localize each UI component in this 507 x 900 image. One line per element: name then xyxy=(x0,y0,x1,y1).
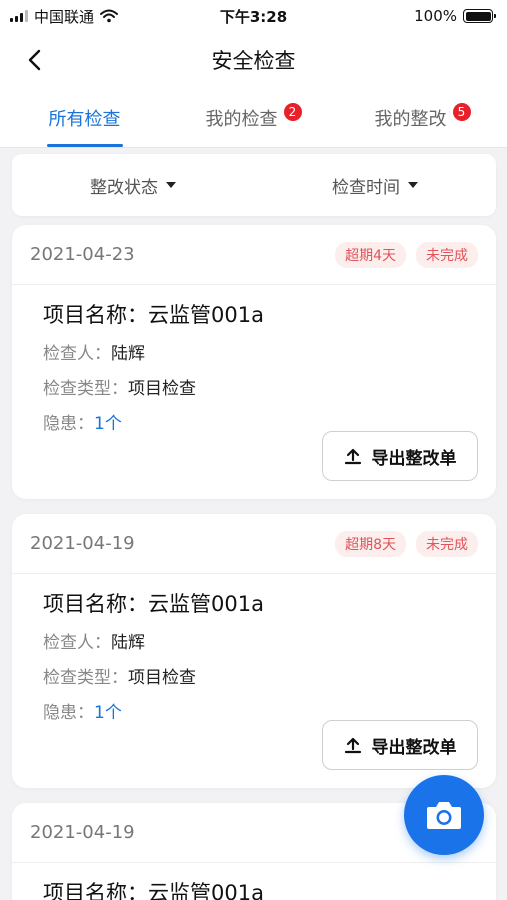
inspector-row: 检查人：陆辉 xyxy=(43,339,465,364)
rectification-status-filter[interactable]: 整改状态 xyxy=(12,154,254,216)
project-value: 云监管001a xyxy=(148,592,264,616)
carrier-name: 中国联通 xyxy=(34,7,95,26)
project-value: 云监管001a xyxy=(148,303,264,327)
inspector-value: 陆辉 xyxy=(111,344,145,364)
status-tag: 未完成 xyxy=(416,530,478,557)
project-label: 项目名称： xyxy=(43,592,148,616)
export-rectification-button[interactable]: 导出整改单 xyxy=(322,431,478,481)
type-label: 检查类型： xyxy=(43,379,128,399)
type-label: 检查类型： xyxy=(43,668,128,688)
inspector-value: 陆辉 xyxy=(111,633,145,653)
project-name: 项目名称：云监管001a xyxy=(43,877,465,900)
card-body: 项目名称：云监管001a 检查人：陆辉 检查类型：项目检查 隐患：1个 xyxy=(12,285,496,434)
filter-label: 整改状态 xyxy=(90,177,158,198)
camera-icon xyxy=(427,802,461,829)
signal-icon xyxy=(10,10,28,22)
inspection-time-filter[interactable]: 检查时间 xyxy=(254,154,496,216)
caret-down-icon xyxy=(408,182,418,188)
battery-percent: 100% xyxy=(414,7,457,25)
type-value: 项目检查 xyxy=(128,379,196,399)
inspection-date: 2021-04-19 xyxy=(30,822,135,843)
tab-label: 我的检查 xyxy=(205,108,278,130)
battery-icon xyxy=(463,9,496,23)
back-button[interactable] xyxy=(18,44,50,76)
chevron-left-icon xyxy=(28,49,41,71)
status-tags: 超期4天 未完成 xyxy=(335,241,478,268)
status-bar: 中国联通 下午3:28 100% xyxy=(0,0,507,32)
status-right: 100% xyxy=(414,7,496,25)
card-body: 项目名称：云监管001a 检查人：陆辉 检查类型：项目检查 隐患：1个 xyxy=(12,574,496,723)
tab-label: 所有检查 xyxy=(48,108,121,130)
tab-all-inspections[interactable]: 所有检查 xyxy=(0,88,169,147)
type-row: 检查类型：项目检查 xyxy=(43,374,465,399)
tab-my-rectifications[interactable]: 我的整改 5 xyxy=(338,88,507,147)
inspection-date: 2021-04-23 xyxy=(30,244,135,265)
filter-label: 检查时间 xyxy=(332,177,400,198)
inspector-row: 检查人：陆辉 xyxy=(43,628,465,653)
inspector-label: 检查人： xyxy=(43,344,111,364)
hazard-label: 隐患： xyxy=(43,703,94,723)
filter-bar: 整改状态 检查时间 xyxy=(12,154,496,216)
project-label: 项目名称： xyxy=(43,881,148,900)
camera-fab-button[interactable] xyxy=(404,775,484,855)
active-tab-indicator xyxy=(46,144,123,147)
export-rectification-button[interactable]: 导出整改单 xyxy=(322,720,478,770)
overdue-tag: 超期4天 xyxy=(335,241,406,268)
type-row: 检查类型：项目检查 xyxy=(43,663,465,688)
wifi-icon xyxy=(100,9,119,23)
hazard-count[interactable]: 1个 xyxy=(94,414,122,434)
notification-badge: 5 xyxy=(452,102,471,121)
project-value: 云监管001a xyxy=(148,881,264,900)
tab-bar: 所有检查 我的检查 2 我的整改 5 xyxy=(0,88,507,148)
project-name: 项目名称：云监管001a xyxy=(43,588,465,618)
export-label: 导出整改单 xyxy=(371,737,457,758)
project-name: 项目名称：云监管001a xyxy=(43,299,465,329)
card-body: 项目名称：云监管001a xyxy=(12,863,496,900)
caret-down-icon xyxy=(166,182,176,188)
overdue-tag: 超期8天 xyxy=(335,530,406,557)
status-tags: 超期8天 未完成 xyxy=(335,530,478,557)
upload-icon xyxy=(344,737,361,754)
upload-icon xyxy=(344,448,361,465)
inspection-card[interactable]: 2021-04-19 超期8天 未完成 项目名称：云监管001a 检查人：陆辉 … xyxy=(12,514,496,788)
tab-label: 我的整改 xyxy=(374,108,447,130)
inspection-card[interactable]: 2021-04-23 超期4天 未完成 项目名称：云监管001a 检查人：陆辉 … xyxy=(12,225,496,499)
hazard-label: 隐患： xyxy=(43,414,94,434)
hazard-count[interactable]: 1个 xyxy=(94,703,122,723)
notification-badge: 2 xyxy=(283,102,302,121)
inspector-label: 检查人： xyxy=(43,633,111,653)
type-value: 项目检查 xyxy=(128,668,196,688)
project-label: 项目名称： xyxy=(43,303,148,327)
card-header: 2021-04-23 超期4天 未完成 xyxy=(12,225,496,285)
inspection-date: 2021-04-19 xyxy=(30,533,135,554)
export-label: 导出整改单 xyxy=(371,448,457,469)
status-left: 中国联通 xyxy=(10,6,119,27)
page-title: 安全检查 xyxy=(211,49,296,73)
status-tag: 未完成 xyxy=(416,241,478,268)
card-header: 2021-04-19 超期8天 未完成 xyxy=(12,514,496,574)
tab-my-inspections[interactable]: 我的检查 2 xyxy=(169,88,338,147)
nav-bar: 安全检查 xyxy=(0,32,507,88)
